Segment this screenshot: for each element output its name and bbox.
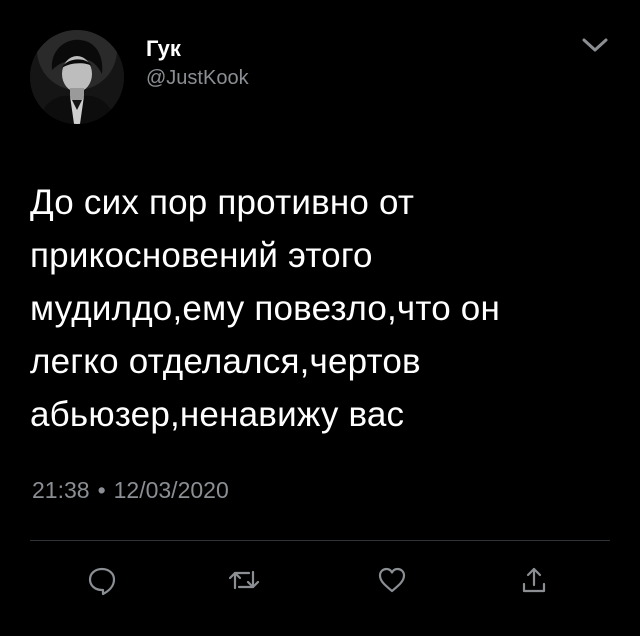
- avatar[interactable]: [30, 30, 124, 124]
- tweet-time: 21:38: [32, 477, 90, 503]
- tweet-date: 12/03/2020: [113, 477, 229, 503]
- retweet-button[interactable]: [224, 562, 264, 602]
- reply-icon: [86, 564, 118, 601]
- share-button[interactable]: [514, 562, 554, 602]
- retweet-icon: [227, 564, 261, 601]
- meta-separator: •: [97, 477, 106, 503]
- tweet-timestamp[interactable]: 21:38 • 12/03/2020: [32, 476, 229, 504]
- share-icon: [518, 564, 550, 601]
- user-handle[interactable]: @JustKook: [146, 66, 249, 90]
- heart-icon: [376, 564, 408, 601]
- divider: [30, 540, 610, 541]
- tweet-card: Гук @JustKook До сих пор противно от при…: [0, 0, 640, 636]
- reply-button[interactable]: [82, 562, 122, 602]
- like-button[interactable]: [372, 562, 412, 602]
- display-name[interactable]: Гук: [146, 36, 181, 62]
- tweet-text: До сих пор противно от прикосновений это…: [30, 183, 500, 434]
- chevron-down-icon[interactable]: [580, 34, 610, 56]
